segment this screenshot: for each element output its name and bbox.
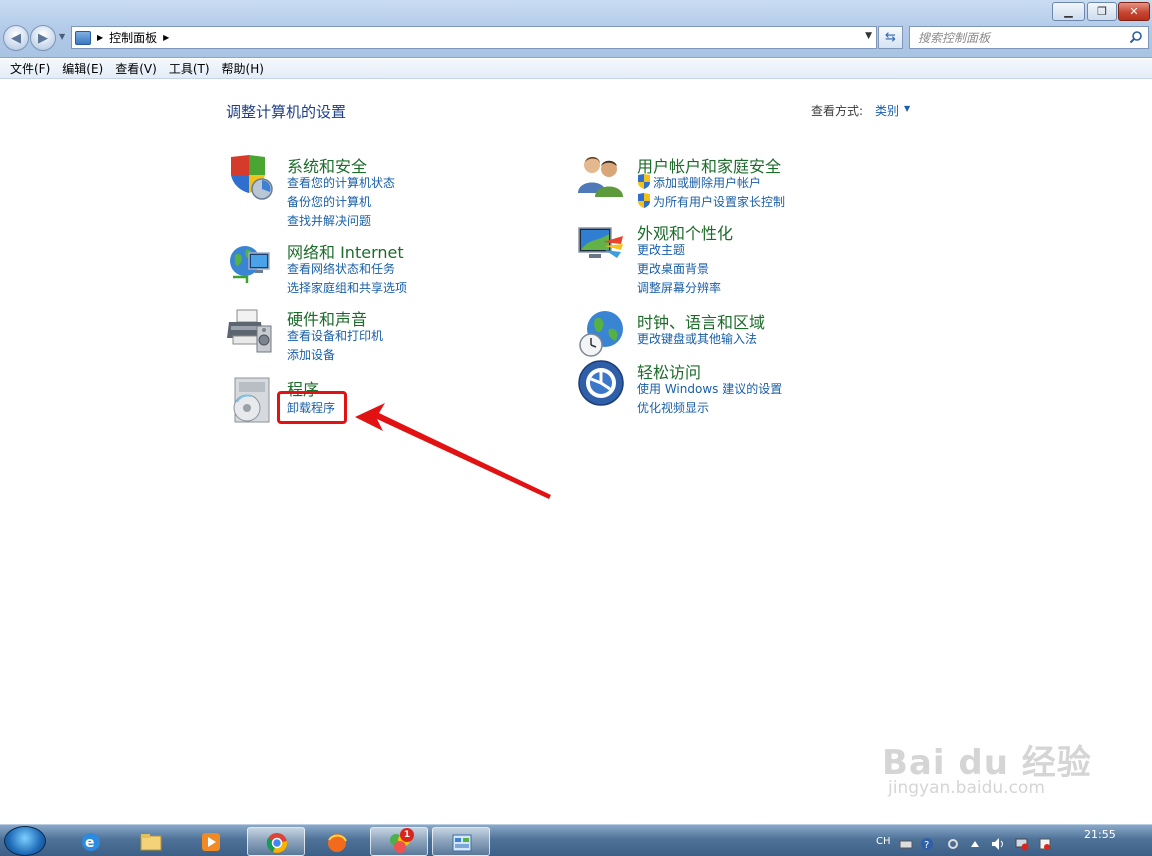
taskbar-explorer[interactable]	[122, 827, 180, 856]
refresh-icon: ⇆	[885, 30, 896, 45]
settings-icon[interactable]	[946, 837, 960, 851]
link-network-status[interactable]: 查看网络状态和任务	[287, 260, 395, 277]
clock-time[interactable]: 21:55	[1084, 828, 1116, 841]
taskbar-browser[interactable]	[308, 827, 366, 856]
taskbar-ie[interactable]: e	[62, 827, 120, 856]
network-globe-icon[interactable]	[227, 239, 275, 287]
taskbar: e 1 CH ? 21:55	[0, 824, 1152, 856]
uac-shield-icon	[638, 193, 650, 208]
security-shield-icon[interactable]	[227, 153, 275, 201]
watermark: Bai du 经验 jingyan.baidu.com	[882, 735, 1092, 798]
link-label[interactable]: 为所有用户设置家长控制	[653, 195, 785, 209]
link-homegroup-sharing[interactable]: 选择家庭组和共享选项	[287, 279, 407, 296]
control-panel-icon	[452, 834, 472, 852]
view-mode-dropdown[interactable]: 类别	[875, 102, 899, 119]
programs-disc-icon[interactable]	[227, 376, 275, 424]
link-screen-resolution[interactable]: 调整屏幕分辨率	[637, 279, 721, 296]
address-bar[interactable]: ▶ 控制面板 ▶ ▼	[71, 26, 877, 49]
menu-bar: 文件(F) 编辑(E) 查看(V) 工具(T) 帮助(H)	[0, 59, 1152, 79]
page-title: 调整计算机的设置	[226, 103, 347, 121]
window-title-bar: ▁ ❐ ✕ ◀ ▶ ▼ ▶ 控制面板 ▶ ▼ ⇆	[0, 0, 1152, 58]
svg-text:e: e	[85, 835, 95, 851]
taskbar-chrome[interactable]	[247, 827, 305, 856]
link-label[interactable]: 添加或删除用户帐户	[653, 176, 761, 190]
clock-globe-icon[interactable]	[577, 309, 625, 357]
link-troubleshoot[interactable]: 查找并解决问题	[287, 212, 371, 229]
watermark-logo: Bai du 经验	[882, 743, 1092, 783]
menu-tools[interactable]: 工具(T)	[163, 60, 216, 77]
minimize-button[interactable]: ▁	[1052, 2, 1085, 21]
breadcrumb-arrow-icon[interactable]: ▶	[97, 33, 103, 42]
action-center-icon[interactable]	[1038, 837, 1052, 851]
folder-icon	[140, 834, 162, 851]
users-icon[interactable]	[577, 153, 625, 201]
notification-badge: 1	[400, 828, 414, 842]
menu-view[interactable]: 查看(V)	[109, 60, 163, 77]
forward-button[interactable]: ▶	[30, 25, 56, 51]
svg-text:?: ?	[924, 840, 929, 851]
menu-file[interactable]: 文件(F)	[4, 60, 56, 77]
search-icon[interactable]	[1129, 30, 1143, 44]
uac-shield-icon	[638, 174, 650, 189]
search-box[interactable]	[909, 26, 1149, 49]
ease-of-access-icon[interactable]	[577, 359, 625, 407]
refresh-button[interactable]: ⇆	[878, 26, 903, 49]
address-dropdown-icon[interactable]: ▼	[865, 31, 872, 41]
menu-edit[interactable]: 编辑(E)	[56, 60, 109, 77]
taskbar-control-panel[interactable]	[432, 827, 490, 856]
appearance-monitor-icon[interactable]	[577, 220, 625, 268]
chevron-down-icon[interactable]: ▼	[904, 104, 910, 113]
menu-help[interactable]: 帮助(H)	[216, 60, 270, 77]
input-language-indicator[interactable]: CH	[876, 836, 891, 847]
media-player-icon	[202, 833, 220, 851]
link-optimize-display[interactable]: 优化视频显示	[637, 399, 709, 416]
search-input[interactable]	[918, 30, 1123, 45]
link-change-theme[interactable]: 更改主题	[637, 241, 685, 258]
taskbar-media-player[interactable]	[182, 827, 240, 856]
printer-icon[interactable]	[227, 306, 275, 354]
start-button[interactable]	[4, 826, 46, 856]
link-add-device[interactable]: 添加设备	[287, 346, 335, 363]
close-button[interactable]: ✕	[1118, 2, 1150, 21]
breadcrumb-arrow-icon[interactable]: ▶	[163, 33, 169, 42]
link-keyboard-input[interactable]: 更改键盘或其他输入法	[637, 330, 757, 347]
help-icon[interactable]: ?	[920, 837, 934, 851]
annotation-arrow	[355, 403, 551, 499]
link-parental-controls[interactable]: 为所有用户设置家长控制	[637, 193, 785, 210]
back-button[interactable]: ◀	[3, 25, 29, 51]
link-add-remove-accounts[interactable]: 添加或删除用户帐户	[637, 174, 761, 191]
link-recommended-settings[interactable]: 使用 Windows 建议的设置	[637, 380, 782, 397]
recent-pages-dropdown[interactable]: ▼	[59, 32, 65, 41]
breadcrumb-control-panel[interactable]: 控制面板	[109, 29, 157, 46]
link-backup-computer[interactable]: 备份您的计算机	[287, 193, 371, 210]
chrome-icon	[266, 833, 288, 853]
control-panel-content: 调整计算机的设置 查看方式: 类别 ▼ 系统和安全 查看您的计算机状态 备份您的…	[0, 80, 1152, 824]
show-hidden-icons[interactable]	[968, 837, 982, 851]
internet-explorer-icon: e	[82, 833, 100, 851]
link-devices-printers[interactable]: 查看设备和打印机	[287, 327, 383, 344]
arrow-right-icon: ▶	[38, 30, 48, 46]
highlight-box	[277, 391, 347, 424]
control-panel-icon	[75, 30, 91, 45]
volume-icon[interactable]	[991, 837, 1005, 851]
link-view-computer-status[interactable]: 查看您的计算机状态	[287, 174, 395, 191]
network-status-icon[interactable]	[1015, 837, 1029, 851]
link-change-background[interactable]: 更改桌面背景	[637, 260, 709, 277]
browser-icon	[328, 834, 347, 852]
view-by-label: 查看方式:	[811, 104, 864, 118]
keyboard-icon[interactable]	[899, 837, 913, 851]
maximize-button[interactable]: ❐	[1087, 2, 1117, 21]
arrow-left-icon: ◀	[11, 30, 21, 46]
taskbar-app-notification[interactable]	[370, 827, 428, 856]
